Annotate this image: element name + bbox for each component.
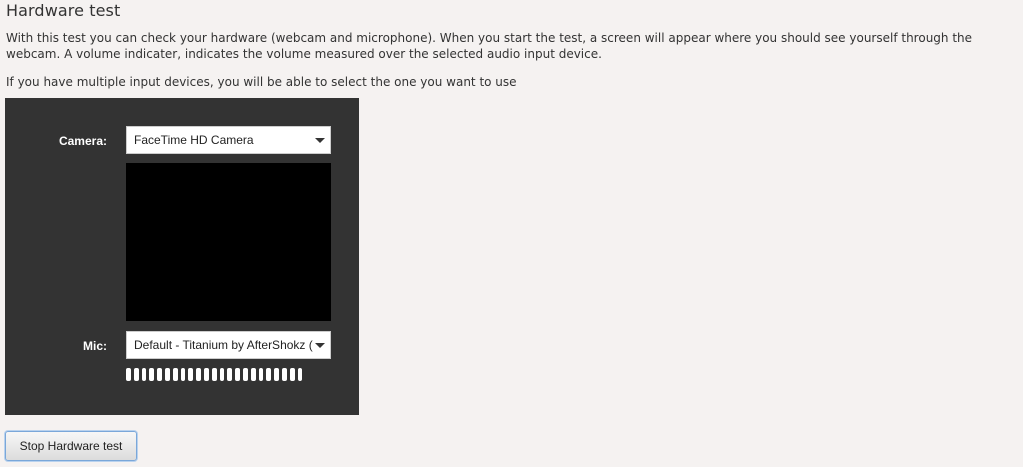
volume-meter-bar	[172, 368, 178, 381]
stop-hardware-test-button[interactable]: Stop Hardware test	[5, 431, 137, 461]
volume-meter-bar	[242, 368, 248, 381]
hardware-test-panel: Camera: FaceTime HD Camera Mic: Default …	[5, 98, 359, 415]
volume-meter-bar	[180, 368, 186, 381]
volume-meter-bar	[141, 368, 147, 381]
volume-meter	[126, 368, 303, 381]
page-title: Hardware test	[6, 1, 121, 20]
volume-meter-bar	[196, 368, 201, 381]
volume-meter-bar	[203, 368, 209, 381]
mic-select[interactable]: Default - Titanium by AfterShokz (	[126, 331, 331, 359]
mic-select-value: Default - Titanium by AfterShokz (	[134, 338, 313, 352]
mic-label: Mic:	[83, 339, 107, 353]
volume-meter-bar	[266, 368, 272, 381]
camera-select-value: FaceTime HD Camera	[134, 133, 254, 147]
volume-meter-bar	[297, 368, 303, 381]
volume-meter-bar	[149, 368, 155, 381]
volume-meter-bar	[211, 368, 217, 381]
volume-meter-bar	[289, 368, 295, 381]
volume-meter-bar	[258, 368, 264, 381]
volume-meter-bar	[126, 368, 131, 381]
webcam-preview	[126, 163, 331, 321]
volume-meter-bar	[274, 368, 279, 381]
volume-meter-bar	[157, 368, 162, 381]
volume-meter-bar	[235, 368, 240, 381]
volume-meter-bar	[133, 368, 139, 381]
volume-meter-bar	[250, 368, 256, 381]
volume-meter-bar	[164, 368, 170, 381]
camera-select[interactable]: FaceTime HD Camera	[126, 126, 331, 154]
volume-meter-bar	[227, 368, 233, 381]
volume-meter-bar	[219, 368, 225, 381]
multi-device-note: If you have multiple input devices, you …	[6, 75, 517, 89]
volume-meter-bar	[281, 368, 287, 381]
camera-label: Camera:	[58, 134, 107, 148]
description-text: With this test you can check your hardwa…	[6, 31, 973, 61]
volume-meter-bar	[188, 368, 194, 381]
chevron-down-icon	[315, 343, 325, 348]
chevron-down-icon	[315, 138, 325, 143]
